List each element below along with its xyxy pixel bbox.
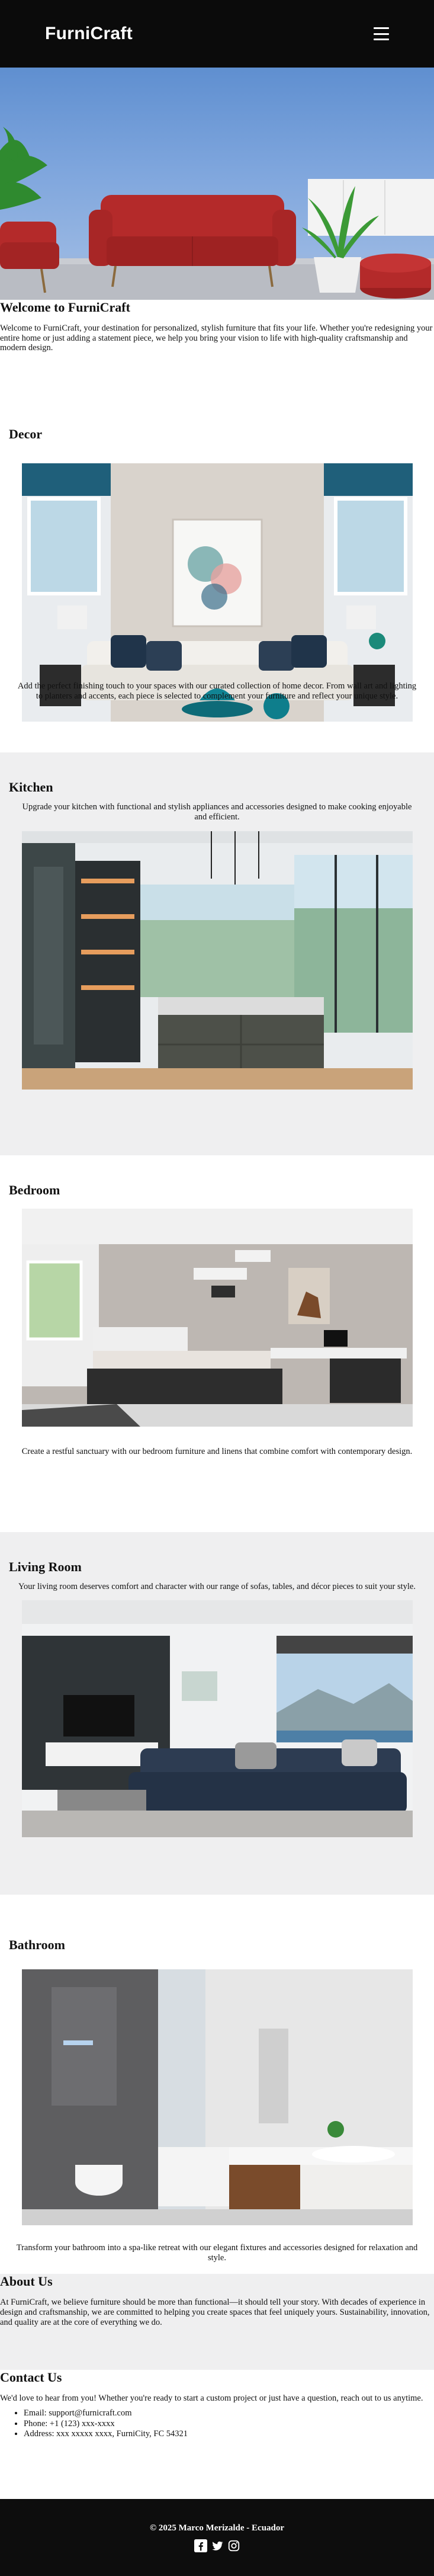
bathroom-title: Bathroom — [9, 1937, 65, 1952]
instagram-icon[interactable] — [227, 2539, 240, 2552]
living-room-title: Living Room — [9, 1559, 82, 1574]
contact-title: Contact Us — [0, 2370, 62, 2385]
hero-banner — [0, 68, 434, 300]
contact-phone[interactable]: Phone: +1 (123) xxx-xxxx — [24, 2419, 434, 2430]
contact-section: Contact Us We'd love to hear from you! W… — [0, 2370, 434, 2499]
bedroom-image — [21, 1209, 413, 1427]
decor-caption: Add the perfect finishing touch to your … — [17, 681, 417, 701]
welcome-text: Welcome to FurniCraft, your destination … — [0, 323, 433, 353]
bedroom-section: Bedroom Create a restful sanctuary with … — [0, 1155, 434, 1532]
site-logo[interactable]: FurniCraft — [45, 24, 133, 44]
hamburger-menu-icon[interactable] — [374, 27, 389, 40]
kitchen-title: Kitchen — [9, 780, 53, 794]
decor-title: Decor — [9, 427, 43, 441]
hero-illustration — [0, 127, 434, 300]
facebook-icon[interactable] — [194, 2539, 207, 2552]
bathroom-caption: Transform your bathroom into a spa-like … — [16, 2243, 418, 2263]
site-header: FurniCraft — [0, 0, 434, 68]
about-section: About Us At FurniCraft, we believe furni… — [0, 2274, 434, 2370]
site-footer: © 2025 Marco Merizalde - Ecuador — [0, 2499, 434, 2576]
kitchen-image — [21, 831, 413, 1090]
contact-email[interactable]: Email: support@furnicraft.com — [24, 2408, 434, 2419]
kitchen-section: Kitchen Upgrade your kitchen with functi… — [0, 752, 434, 1155]
bedroom-caption: Create a restful sanctuary with our bedr… — [21, 1447, 413, 1456]
contact-address: Address: xxx xxxxx xxxx, FurniCity, FC 5… — [24, 2429, 434, 2440]
about-text: At FurniCraft, we believe furniture shou… — [0, 2298, 430, 2328]
welcome-section: Welcome to FurniCraft Welcome to FurniCr… — [0, 300, 434, 398]
copyright-text: © 2025 Marco Merizalde - Ecuador — [149, 2523, 285, 2533]
contact-text: We'd love to hear from you! Whether you'… — [0, 2394, 423, 2403]
contact-list: Email: support@furnicraft.com Phone: +1 … — [0, 2408, 434, 2440]
living-room-image — [21, 1600, 413, 1838]
kitchen-caption: Upgrade your kitchen with functional and… — [22, 802, 412, 822]
bathroom-section: Bathroom Transform your bathroom into a … — [0, 1895, 434, 2274]
bedroom-title: Bedroom — [9, 1183, 60, 1197]
living-room-section: Living Room Your living room deserves co… — [0, 1532, 434, 1895]
living-room-caption: Your living room deserves comfort and ch… — [18, 1582, 416, 1591]
welcome-title: Welcome to FurniCraft — [0, 300, 130, 315]
about-title: About Us — [0, 2274, 53, 2289]
social-links — [194, 2539, 240, 2552]
bathroom-image — [21, 1969, 413, 2225]
twitter-icon[interactable] — [211, 2539, 224, 2552]
